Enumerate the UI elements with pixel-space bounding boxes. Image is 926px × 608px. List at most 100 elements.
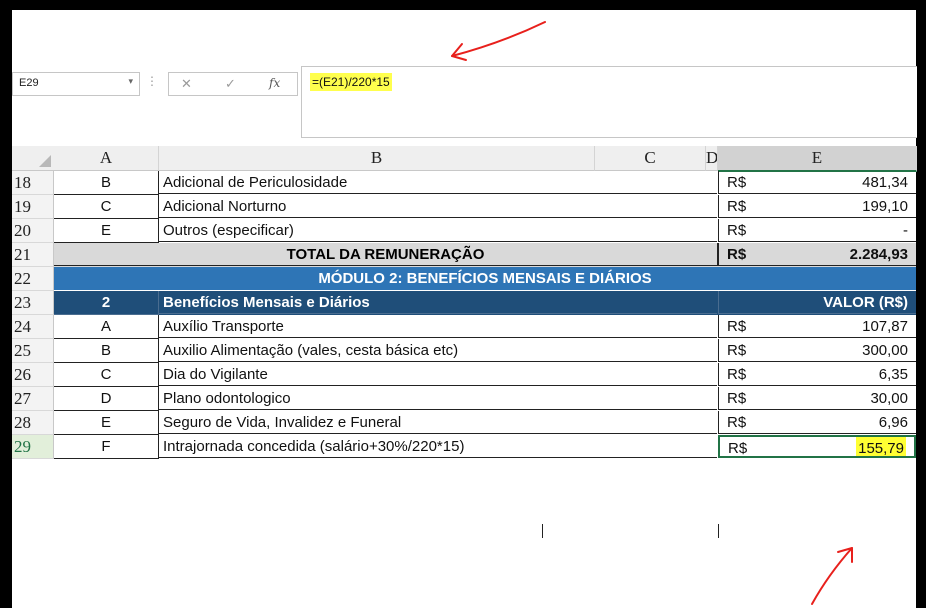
total-row: 21 TOTAL DA REMUNERAÇÃO R$ 2.284,93 [12, 243, 916, 267]
table-row: 20 E Outros (especificar) R$ - [12, 219, 916, 243]
section-header-row: 23 2 Benefícios Mensais e Diários VALOR … [12, 291, 916, 315]
row-header[interactable]: 29 [12, 435, 54, 459]
value: 2.284,93 [849, 246, 908, 263]
value: 30,00 [870, 390, 908, 407]
cell-a[interactable]: C [54, 195, 159, 219]
row-header[interactable]: 28 [12, 411, 54, 435]
cancel-icon[interactable]: ✕ [181, 76, 192, 92]
currency-label: R$ [727, 390, 747, 407]
value: 199,10 [862, 198, 908, 215]
value: 300,00 [862, 342, 908, 359]
cell-b[interactable]: Dia do Vigilante [159, 363, 717, 386]
select-all-corner[interactable] [12, 146, 55, 171]
value: 6,35 [878, 366, 908, 383]
column-header-b[interactable]: B [159, 146, 595, 171]
highlighted-value: 155,79 [856, 437, 906, 456]
cell-a[interactable]: B [54, 171, 159, 195]
cell-a[interactable]: 2 [54, 291, 159, 315]
formula-text: =(E21)/220*15 [310, 73, 392, 91]
row-header[interactable]: 25 [12, 339, 54, 363]
currency-label: R$ [727, 174, 747, 191]
cell-e[interactable]: R$ 481,34 [718, 171, 916, 194]
table-row: 18 B Adicional de Periculosidade R$ 481,3… [12, 171, 916, 195]
cell-a[interactable]: C [54, 363, 159, 387]
row-header[interactable]: 18 [12, 171, 54, 195]
row-header[interactable]: 23 [12, 291, 54, 315]
total-label[interactable]: TOTAL DA REMUNERAÇÃO [54, 243, 718, 266]
module-row: 22 MÓDULO 2: BENEFÍCIOS MENSAIS E DIÁRIO… [12, 267, 916, 291]
cell-a[interactable]: E [54, 219, 159, 243]
cell-b[interactable]: Adicional Norturno [159, 195, 717, 218]
value: - [903, 222, 908, 239]
table-row-selected: 29 F Intrajornada concedida (salário+30%… [12, 435, 916, 459]
cell-e[interactable]: R$ 30,00 [718, 387, 916, 410]
check-icon[interactable]: ✓ [225, 76, 236, 92]
cell-e[interactable]: R$ 300,00 [718, 339, 916, 362]
cell-b[interactable]: Benefícios Mensais e Diários [159, 291, 717, 314]
table-row: 19 C Adicional Norturno R$ 199,10 [12, 195, 916, 219]
currency-label: R$ [727, 318, 747, 335]
cell-b[interactable]: Auxilio Alimentação (vales, cesta básica… [159, 339, 717, 362]
cell-b[interactable]: Outros (especificar) [159, 219, 717, 242]
black-border-right [916, 0, 926, 608]
table-row: 28 E Seguro de Vida, Invalidez e Funeral… [12, 411, 916, 435]
cell-e[interactable]: R$ 107,87 [718, 315, 916, 338]
currency-label: R$ [727, 222, 747, 239]
currency-label: R$ [727, 342, 747, 359]
table-row: 24 A Auxílio Transporte R$ 107,87 [12, 315, 916, 339]
column-header-e[interactable]: E [718, 146, 917, 172]
arrow-icon [451, 21, 546, 61]
row-header[interactable]: 19 [12, 195, 54, 219]
table-row: 26 C Dia do Vigilante R$ 6,35 [12, 363, 916, 387]
select-all-icon [39, 155, 51, 167]
cell-b[interactable]: Seguro de Vida, Invalidez e Funeral [159, 411, 717, 434]
column-header-c[interactable]: C [595, 146, 706, 171]
table-row: 25 B Auxilio Alimentação (vales, cesta b… [12, 339, 916, 363]
cell-a[interactable]: A [54, 315, 159, 339]
cell-e[interactable]: R$ 199,10 [718, 195, 916, 218]
value: 481,34 [862, 174, 908, 191]
row-header[interactable]: 24 [12, 315, 54, 339]
cell-a[interactable]: B [54, 339, 159, 363]
currency-label: R$ [728, 440, 748, 457]
selected-cell-e29[interactable]: R$ 155,79 [718, 435, 916, 458]
cell-b[interactable]: Plano odontologico [159, 387, 717, 410]
cell-b[interactable]: Adicional de Periculosidade [159, 171, 717, 194]
cell-b[interactable]: Intrajornada concedida (salário+30%/220*… [159, 435, 717, 458]
table-row: 27 D Plano odontologico R$ 30,00 [12, 387, 916, 411]
cell-a[interactable]: F [54, 435, 159, 459]
module-banner[interactable]: MÓDULO 2: BENEFÍCIOS MENSAIS E DIÁRIOS [54, 267, 916, 290]
gridline [718, 524, 719, 538]
row-header[interactable]: 22 [12, 267, 54, 291]
cell-b[interactable]: Auxílio Transporte [159, 315, 717, 338]
cell-reference: E29 [19, 77, 39, 89]
black-border-left [0, 0, 12, 608]
cell-a[interactable]: E [54, 411, 159, 435]
currency-label: R$ [727, 366, 747, 383]
black-border-top [0, 0, 926, 10]
resize-handle-icon[interactable]: ⋮ [146, 74, 158, 88]
cell-e[interactable]: R$ 6,96 [718, 411, 916, 434]
formula-input[interactable]: =(E21)/220*15 [301, 66, 917, 138]
value: 6,96 [878, 414, 908, 431]
column-header-a[interactable]: A [54, 146, 159, 171]
arrow-icon [811, 547, 853, 605]
cell-e[interactable]: R$ 6,35 [718, 363, 916, 386]
insert-function-icon[interactable]: fx [269, 76, 280, 90]
cell-e[interactable]: R$ - [718, 219, 916, 242]
total-value-cell[interactable]: R$ 2.284,93 [718, 243, 916, 266]
row-header[interactable]: 20 [12, 219, 54, 243]
value: 107,87 [862, 318, 908, 335]
cell-a[interactable]: D [54, 387, 159, 411]
column-header-d[interactable]: D [706, 146, 718, 171]
cell-e[interactable]: VALOR (R$) [718, 291, 916, 314]
formula-buttons: ✕ ✓ fx [168, 72, 298, 96]
name-box[interactable]: E29 ▾ [12, 72, 140, 96]
row-header[interactable]: 27 [12, 387, 54, 411]
currency-label: R$ [727, 246, 747, 263]
chevron-down-icon[interactable]: ▾ [128, 76, 133, 87]
row-header[interactable]: 26 [12, 363, 54, 387]
currency-label: R$ [727, 414, 747, 431]
row-header[interactable]: 21 [12, 243, 54, 267]
gridline [542, 524, 543, 538]
